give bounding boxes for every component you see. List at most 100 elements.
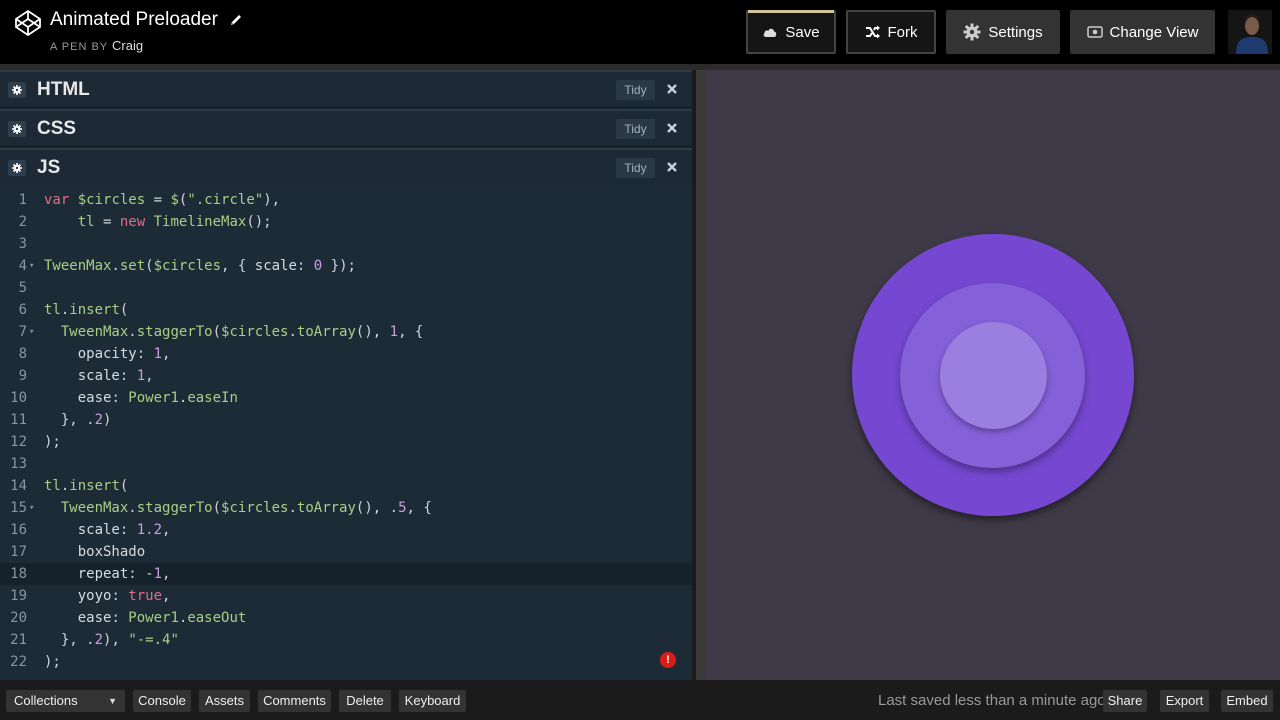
line-number: 15 bbox=[10, 500, 27, 516]
resize-handle[interactable] bbox=[692, 70, 706, 680]
code-text: scale: 1, bbox=[77, 368, 154, 384]
cloud-icon bbox=[764, 28, 777, 37]
code-line[interactable]: 9 scale: 1, bbox=[0, 365, 692, 387]
css-panel-title: CSS bbox=[37, 118, 77, 139]
code-line[interactable]: 2 tl = new TimelineMax(); bbox=[0, 211, 692, 233]
editor-column: HTML Tidy CSS Tidy JS Tidy 1 var $circle… bbox=[0, 70, 692, 680]
export-button[interactable]: Export bbox=[1160, 690, 1209, 712]
byline-prefix: A PEN BY bbox=[50, 41, 108, 53]
avatar[interactable] bbox=[1228, 10, 1272, 54]
js-panel-title: JS bbox=[37, 157, 61, 178]
code-text: tl.insert( bbox=[44, 302, 129, 318]
code-line[interactable]: 21 }, .2), "-=.4" bbox=[0, 629, 692, 651]
code-line[interactable]: 8 opacity: 1, bbox=[0, 343, 692, 365]
line-number: 2 bbox=[18, 214, 27, 230]
js-panel-header[interactable]: JS Tidy bbox=[0, 148, 692, 186]
line-number: 3 bbox=[18, 236, 27, 252]
author-link[interactable]: Craig bbox=[112, 38, 143, 53]
console-button[interactable]: Console bbox=[133, 690, 191, 712]
code-line[interactable]: 5 bbox=[0, 277, 692, 299]
pencil-icon[interactable] bbox=[228, 12, 244, 28]
caret-down-icon: ▼ bbox=[108, 696, 117, 706]
save-label: Save bbox=[785, 23, 820, 41]
top-bar: Animated Preloader A PEN BY Craig Save F… bbox=[0, 0, 1280, 64]
code-line[interactable]: 17 boxShado bbox=[0, 541, 692, 563]
code-text: TweenMax.staggerTo($circles.toArray(), 1… bbox=[60, 324, 424, 340]
fold-arrow-icon[interactable]: ▾ bbox=[29, 255, 39, 277]
keyboard-button[interactable]: Keyboard bbox=[399, 690, 466, 712]
close-icon[interactable] bbox=[664, 120, 680, 136]
close-icon[interactable] bbox=[664, 159, 680, 175]
line-number: 1 bbox=[18, 192, 27, 208]
change-view-button[interactable]: Change View bbox=[1070, 10, 1215, 54]
assets-button[interactable]: Assets bbox=[199, 690, 250, 712]
code-text: opacity: 1, bbox=[77, 346, 171, 362]
html-settings-button[interactable] bbox=[8, 82, 26, 98]
fold-arrow-icon[interactable]: ▾ bbox=[29, 321, 39, 343]
code-line[interactable]: 15 ▾ TweenMax.staggerTo($circles.toArray(… bbox=[0, 497, 692, 519]
code-line[interactable]: 20 ease: Power1.easeOut bbox=[0, 607, 692, 629]
save-button[interactable]: Save bbox=[746, 10, 836, 54]
line-number: 4 bbox=[18, 258, 27, 274]
code-line[interactable]: 13 bbox=[0, 453, 692, 475]
code-line[interactable]: 18 repeat: -1, bbox=[0, 563, 692, 585]
code-line[interactable]: 14 tl.insert( bbox=[0, 475, 692, 497]
js-settings-button[interactable] bbox=[8, 160, 26, 176]
code-line[interactable]: 3 bbox=[0, 233, 692, 255]
embed-button[interactable]: Embed bbox=[1221, 690, 1273, 712]
code-line[interactable]: 7 ▾ TweenMax.staggerTo($circles.toArray()… bbox=[0, 321, 692, 343]
code-text: ); bbox=[44, 654, 61, 670]
share-button[interactable]: Share bbox=[1103, 690, 1147, 712]
comments-button[interactable]: Comments bbox=[258, 690, 331, 712]
code-text: tl.insert( bbox=[44, 478, 129, 494]
close-icon[interactable] bbox=[664, 81, 680, 97]
css-tidy-button[interactable]: Tidy bbox=[616, 119, 655, 139]
code-line[interactable]: 16 scale: 1.2, bbox=[0, 519, 692, 541]
line-number: 12 bbox=[10, 434, 27, 450]
code-line[interactable]: 19 yoyo: true, bbox=[0, 585, 692, 607]
codepen-logo-icon[interactable] bbox=[14, 9, 42, 37]
code-text: repeat: -1, bbox=[77, 566, 171, 582]
css-panel-header[interactable]: CSS Tidy bbox=[0, 109, 692, 147]
code-text: ease: Power1.easeOut bbox=[77, 610, 247, 626]
fold-arrow-icon[interactable]: ▾ bbox=[29, 497, 39, 519]
line-number: 10 bbox=[10, 390, 27, 406]
code-line[interactable]: 1 var $circles = $(".circle"), bbox=[0, 189, 692, 211]
code-text: ease: Power1.easeIn bbox=[77, 390, 238, 406]
bottom-bar: Collections ▼ Console Assets Comments De… bbox=[0, 680, 1280, 720]
html-panel-header[interactable]: HTML Tidy bbox=[0, 70, 692, 108]
collections-label: Collections bbox=[14, 693, 78, 708]
pen-title[interactable]: Animated Preloader bbox=[50, 9, 218, 31]
byline: A PEN BY Craig bbox=[50, 38, 143, 53]
fork-label: Fork bbox=[887, 23, 918, 41]
avatar-image bbox=[1228, 10, 1272, 54]
line-number: 9 bbox=[18, 368, 27, 384]
eye-icon bbox=[1086, 26, 1103, 38]
code-line[interactable]: 22); bbox=[0, 651, 692, 673]
html-tidy-button[interactable]: Tidy bbox=[616, 80, 655, 100]
collections-dropdown[interactable]: Collections ▼ bbox=[6, 690, 125, 712]
settings-button[interactable]: Settings bbox=[946, 10, 1060, 54]
line-number: 8 bbox=[18, 346, 27, 362]
error-indicator[interactable]: ! bbox=[660, 652, 676, 668]
code-line[interactable]: 10 ease: Power1.easeIn bbox=[0, 387, 692, 409]
line-number: 17 bbox=[10, 544, 27, 560]
gear-icon bbox=[12, 85, 22, 95]
css-settings-button[interactable] bbox=[8, 121, 26, 137]
code-line[interactable]: 11 }, .2) bbox=[0, 409, 692, 431]
settings-label: Settings bbox=[988, 23, 1043, 41]
code-line[interactable]: 12); bbox=[0, 431, 692, 453]
code-line[interactable]: 4 ▾ TweenMax.set($circles, { scale: 0 }); bbox=[0, 255, 692, 277]
code-text: }, .2) bbox=[44, 412, 112, 428]
code-text: tl = new TimelineMax(); bbox=[77, 214, 272, 230]
line-number: 16 bbox=[10, 522, 27, 538]
line-number: 6 bbox=[18, 302, 27, 318]
js-tidy-button[interactable]: Tidy bbox=[616, 158, 655, 178]
preview-pane bbox=[706, 70, 1280, 680]
fork-button[interactable]: Fork bbox=[846, 10, 936, 54]
code-text: scale: 1.2, bbox=[77, 522, 171, 538]
delete-button[interactable]: Delete bbox=[339, 690, 391, 712]
js-code-editor[interactable]: 1 var $circles = $(".circle"), 2 tl = new … bbox=[0, 185, 692, 680]
code-line[interactable]: 6 tl.insert( bbox=[0, 299, 692, 321]
code-text: }, .2), "-=.4" bbox=[44, 632, 179, 648]
